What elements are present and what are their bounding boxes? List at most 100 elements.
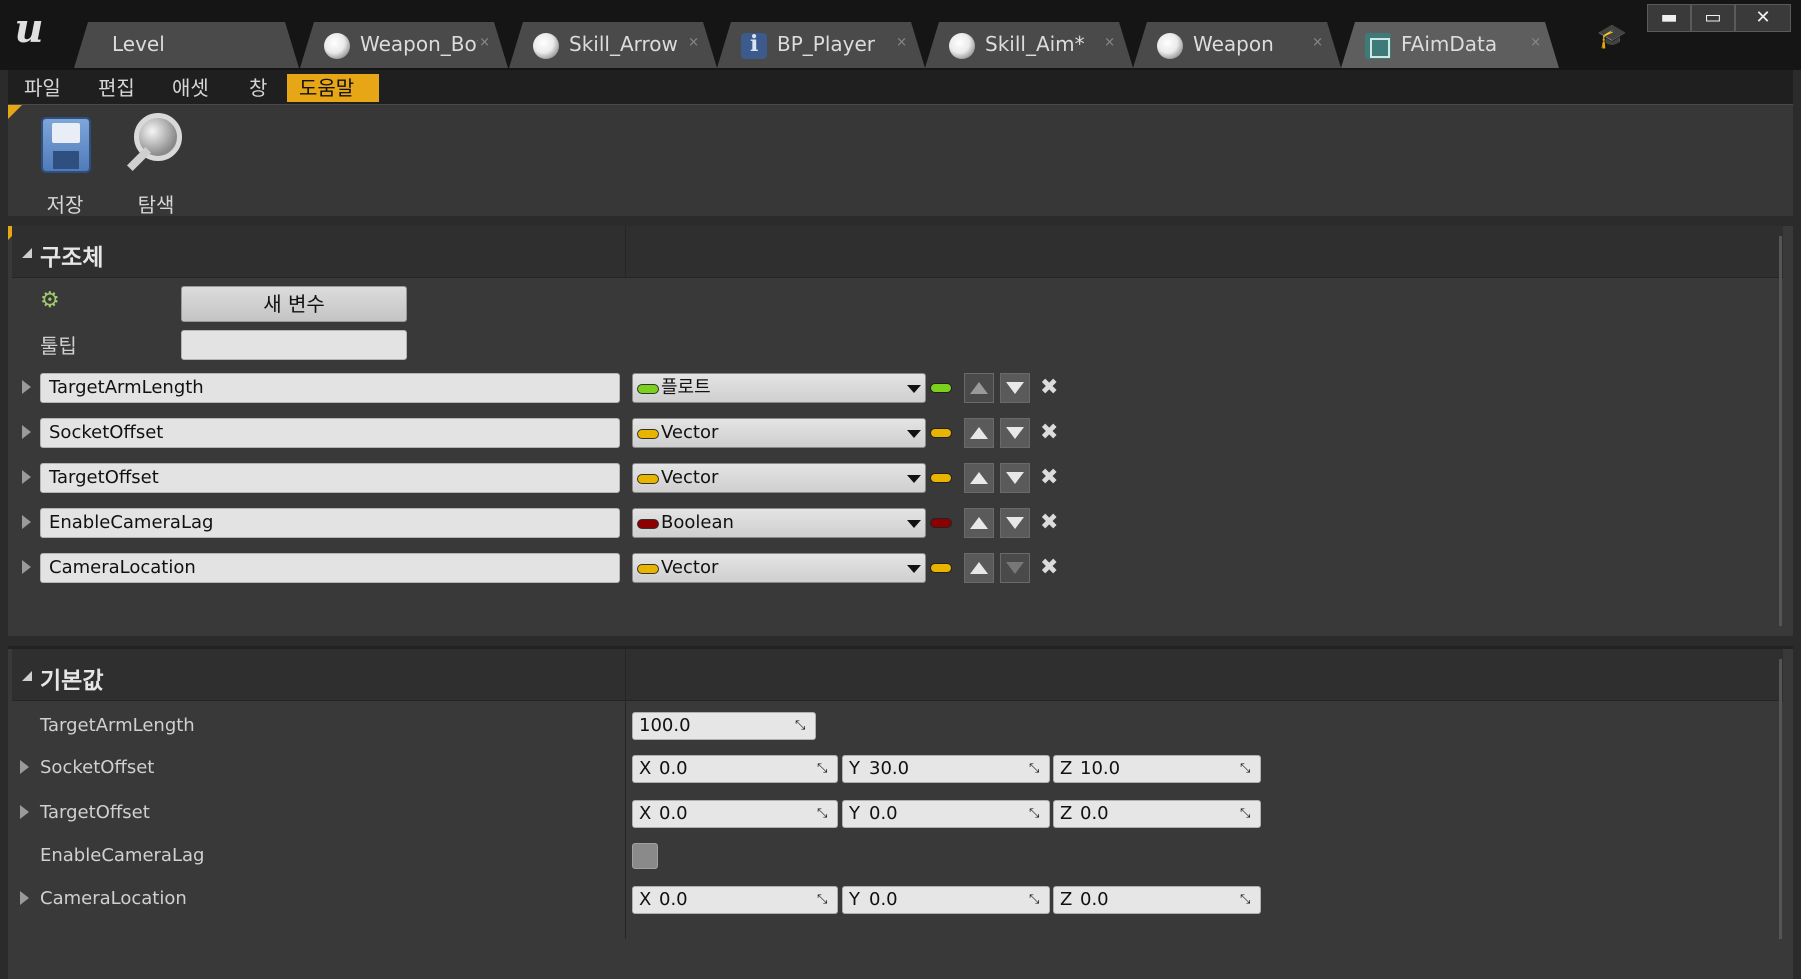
defaults-title: 기본값 [40, 668, 104, 694]
menu-edit[interactable]: 편집 [86, 74, 147, 102]
expand-arrow-icon[interactable] [22, 470, 31, 484]
container-type-icon[interactable] [930, 563, 952, 573]
resize-icon[interactable]: ⤡ [1240, 807, 1254, 821]
resize-icon[interactable]: ⤡ [817, 893, 831, 907]
scrollbar[interactable] [1779, 659, 1782, 939]
move-up-button[interactable] [964, 553, 994, 583]
close-tab-icon[interactable]: × [1530, 35, 1541, 50]
collapse-arrow-icon[interactable] [22, 671, 32, 681]
variable-name-input[interactable]: SocketOffset [40, 418, 620, 448]
move-up-button[interactable] [964, 373, 994, 403]
close-tab-icon[interactable]: × [1104, 35, 1115, 50]
graduation-cap-icon[interactable]: 🎓 [1597, 22, 1631, 52]
defaults-header[interactable]: 기본값 [12, 649, 1783, 701]
move-down-button[interactable] [1000, 373, 1030, 403]
maximize-button[interactable]: ▭ [1691, 4, 1735, 32]
resize-icon[interactable]: ⤡ [1029, 762, 1043, 776]
target-offset-y-input[interactable]: Y 0.0 ⤡ [842, 800, 1050, 828]
browse-button[interactable]: 탐색 [111, 109, 201, 217]
expand-arrow-icon[interactable] [22, 380, 31, 394]
variable-type-dropdown[interactable]: Vector [632, 553, 926, 583]
default-label: CameraLocation [40, 888, 187, 909]
camera-location-y-input[interactable]: Y 0.0 ⤡ [842, 886, 1050, 914]
expand-arrow-icon[interactable] [22, 515, 31, 529]
tab-skill-aim[interactable]: Skill_Aim* × [925, 22, 1133, 68]
tab-weapon[interactable]: Weapon × [1133, 22, 1341, 68]
delete-icon[interactable]: ✖ [1040, 553, 1058, 583]
container-type-icon[interactable] [930, 428, 952, 438]
socket-offset-x-input[interactable]: X 0.0 ⤡ [632, 755, 838, 783]
delete-icon[interactable]: ✖ [1040, 373, 1058, 403]
resize-icon[interactable]: ⤡ [1029, 893, 1043, 907]
scrollbar[interactable] [1779, 236, 1782, 626]
variable-name-input[interactable]: CameraLocation [40, 553, 620, 583]
save-button[interactable]: 저장 [20, 109, 110, 217]
expand-arrow-icon[interactable] [20, 891, 29, 905]
resize-icon[interactable]: ⤡ [817, 807, 831, 821]
magnifier-icon [126, 111, 186, 175]
tab-level[interactable]: Level [74, 22, 299, 68]
camera-location-x-input[interactable]: X 0.0 ⤡ [632, 886, 838, 914]
variable-type-dropdown[interactable]: 플로트 [632, 373, 926, 403]
menu-file[interactable]: 파일 [12, 74, 73, 102]
tab-skill-arrow[interactable]: Skill_Arrow × [509, 22, 717, 68]
close-window-button[interactable]: ✕ [1735, 4, 1791, 32]
struct-icon [1365, 33, 1391, 59]
variable-name-input[interactable]: TargetOffset [40, 463, 620, 493]
resize-icon[interactable]: ⤡ [1029, 807, 1043, 821]
container-type-icon[interactable] [930, 383, 952, 393]
move-down-button[interactable] [1000, 553, 1030, 583]
resize-icon[interactable]: ⤡ [817, 762, 831, 776]
new-variable-button[interactable]: 새 변수 [181, 286, 407, 322]
structure-title: 구조체 [40, 245, 104, 271]
variable-type-dropdown[interactable]: Vector [632, 418, 926, 448]
delete-icon[interactable]: ✖ [1040, 463, 1058, 493]
unreal-logo-icon[interactable]: u [6, 6, 52, 52]
delete-icon[interactable]: ✖ [1040, 418, 1058, 448]
expand-arrow-icon[interactable] [20, 805, 29, 819]
variable-type-dropdown[interactable]: Vector [632, 463, 926, 493]
target-offset-z-input[interactable]: Z 0.0 ⤡ [1053, 800, 1261, 828]
move-down-button[interactable] [1000, 418, 1030, 448]
tooltip-input[interactable] [181, 330, 407, 360]
target-arm-length-input[interactable]: 100.0 ⤡ [632, 712, 816, 740]
variable-name-input[interactable]: EnableCameraLag [40, 508, 620, 538]
variable-name-input[interactable]: TargetArmLength [40, 373, 620, 403]
container-type-icon[interactable] [930, 473, 952, 483]
menu-window[interactable]: 창 [237, 74, 279, 102]
tab-weapon-bow[interactable]: Weapon_Bow × [300, 22, 508, 68]
enable-camera-lag-checkbox[interactable] [632, 843, 658, 869]
move-down-button[interactable] [1000, 508, 1030, 538]
menu-help[interactable]: 도움말 [287, 74, 379, 102]
close-tab-icon[interactable]: × [688, 35, 699, 50]
tab-bp-player[interactable]: BP_Player × [717, 22, 925, 68]
resize-icon[interactable]: ⤡ [795, 719, 809, 733]
variable-type-dropdown[interactable]: Boolean [632, 508, 926, 538]
close-tab-icon[interactable]: × [479, 35, 490, 50]
close-tab-icon[interactable]: × [1312, 35, 1323, 50]
expand-arrow-icon[interactable] [22, 425, 31, 439]
move-down-button[interactable] [1000, 463, 1030, 493]
resize-icon[interactable]: ⤡ [1240, 762, 1254, 776]
structure-header[interactable]: 구조체 [12, 226, 1783, 278]
socket-offset-z-input[interactable]: Z 10.0 ⤡ [1053, 755, 1261, 783]
menu-asset[interactable]: 애셋 [160, 74, 221, 102]
chevron-down-icon [907, 430, 921, 438]
expand-arrow-icon[interactable] [22, 560, 31, 574]
browse-label: 탐색 [137, 193, 175, 217]
close-tab-icon[interactable]: × [896, 35, 907, 50]
tab-faimdata[interactable]: FAimData × [1341, 22, 1559, 68]
move-up-button[interactable] [964, 508, 994, 538]
resize-icon[interactable]: ⤡ [1240, 893, 1254, 907]
target-offset-x-input[interactable]: X 0.0 ⤡ [632, 800, 838, 828]
collapse-arrow-icon[interactable] [22, 248, 32, 258]
move-up-button[interactable] [964, 463, 994, 493]
move-up-button[interactable] [964, 418, 994, 448]
container-type-icon[interactable] [930, 518, 952, 528]
type-pill-icon [637, 519, 659, 529]
socket-offset-y-input[interactable]: Y 30.0 ⤡ [842, 755, 1050, 783]
camera-location-z-input[interactable]: Z 0.0 ⤡ [1053, 886, 1261, 914]
minimize-button[interactable]: ▬ [1647, 4, 1691, 32]
expand-arrow-icon[interactable] [20, 760, 29, 774]
delete-icon[interactable]: ✖ [1040, 508, 1058, 538]
